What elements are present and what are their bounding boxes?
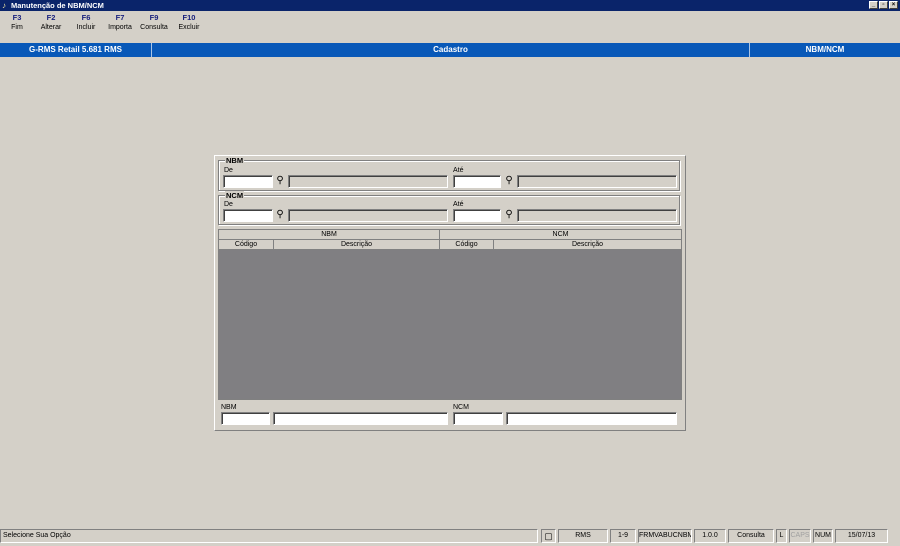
nbm-from-label: De — [224, 167, 233, 174]
fkey-label: F9 — [149, 13, 159, 22]
status-message: Selecione Sua Opção — [0, 529, 538, 543]
toolbar-button-consulta[interactable]: F9 Consulta — [134, 13, 174, 33]
fkey-label: F10 — [182, 13, 196, 22]
binoculars-icon[interactable]: ⚲ — [503, 209, 515, 221]
toolbar-label: Alterar — [40, 24, 62, 31]
nbm-ncm-grid[interactable]: NBM NCM Código Descrição Código Descriçã… — [218, 229, 682, 400]
status-version: 1.0.0 — [694, 529, 726, 543]
binoculars-icon[interactable]: ⚲ — [274, 209, 286, 221]
detail-ncm-label: NCM — [453, 404, 469, 411]
ncm-from-description — [288, 209, 448, 222]
detail-ncm-code[interactable] — [453, 412, 503, 425]
binoculars-icon[interactable]: ⚲ — [503, 175, 515, 187]
nbm-to-description — [517, 175, 677, 188]
clipboard-icon: ▢ — [541, 529, 556, 543]
status-date: 15/07/13 — [835, 529, 888, 543]
status-page: 1-9 — [610, 529, 636, 543]
ncm-group-title: NCM — [225, 191, 245, 200]
toolbar-button-excluir[interactable]: F10 Excluir — [169, 13, 209, 33]
ncm-from-input[interactable] — [223, 209, 273, 222]
status-caps: CAPS — [789, 529, 811, 543]
nbm-from-input[interactable] — [223, 175, 273, 188]
ncm-to-label: Até — [453, 201, 464, 208]
column-header-nbm-codigo[interactable]: Código — [219, 240, 274, 250]
grid-group-nbm: NBM — [219, 230, 440, 240]
minimize-button[interactable]: _ — [869, 1, 878, 9]
toolbar-label: Excluir — [178, 24, 200, 31]
status-l-indicator: L — [776, 529, 787, 543]
close-button[interactable]: × — [889, 1, 898, 9]
detail-nbm-code[interactable] — [221, 412, 270, 425]
column-header-ncm-codigo[interactable]: Código — [440, 240, 494, 250]
title-bar: ♪ Manutenção de NBM/NCM _ ▫ × — [0, 0, 900, 11]
status-form: FRMVABUCNBM — [638, 529, 692, 543]
column-header-ncm-descricao[interactable]: Descrição — [494, 240, 681, 250]
status-num: NUM — [813, 529, 833, 543]
detail-nbm-label: NBM — [221, 404, 237, 411]
status-mode: Consulta — [728, 529, 774, 543]
nbm-from-description — [288, 175, 448, 188]
nbm-group-title: NBM — [225, 156, 245, 165]
header-screen: NBM/NCM — [805, 45, 845, 54]
column-header-nbm-descricao[interactable]: Descrição — [274, 240, 440, 250]
toolbar-button-alterar[interactable]: F2 Alterar — [31, 13, 71, 33]
ncm-to-input[interactable] — [453, 209, 501, 222]
restore-button[interactable]: ▫ — [879, 1, 888, 9]
grid-group-header: NBM NCM — [219, 230, 681, 240]
fkey-label: F2 — [46, 13, 56, 22]
header-app: G-RMS Retail 5.681 RMS — [29, 45, 122, 54]
ncm-to-description — [517, 209, 677, 222]
grid-group-ncm: NCM — [440, 230, 681, 240]
binoculars-icon[interactable]: ⚲ — [274, 175, 286, 187]
ncm-from-label: De — [224, 201, 233, 208]
grid-column-header: Código Descrição Código Descrição — [219, 240, 681, 250]
detail-nbm-description[interactable] — [273, 412, 448, 425]
app-icon: ♪ — [2, 1, 6, 10]
header-section: Cadastro — [433, 45, 468, 54]
nbm-to-input[interactable] — [453, 175, 501, 188]
header-bar: G-RMS Retail 5.681 RMS Cadastro NBM/NCM — [0, 43, 900, 57]
nbm-to-label: Até — [453, 167, 464, 174]
window-title: Manutenção de NBM/NCM — [11, 1, 104, 10]
status-user: RMS — [558, 529, 608, 543]
toolbar-label: Consulta — [140, 24, 168, 31]
detail-ncm-description[interactable] — [506, 412, 677, 425]
